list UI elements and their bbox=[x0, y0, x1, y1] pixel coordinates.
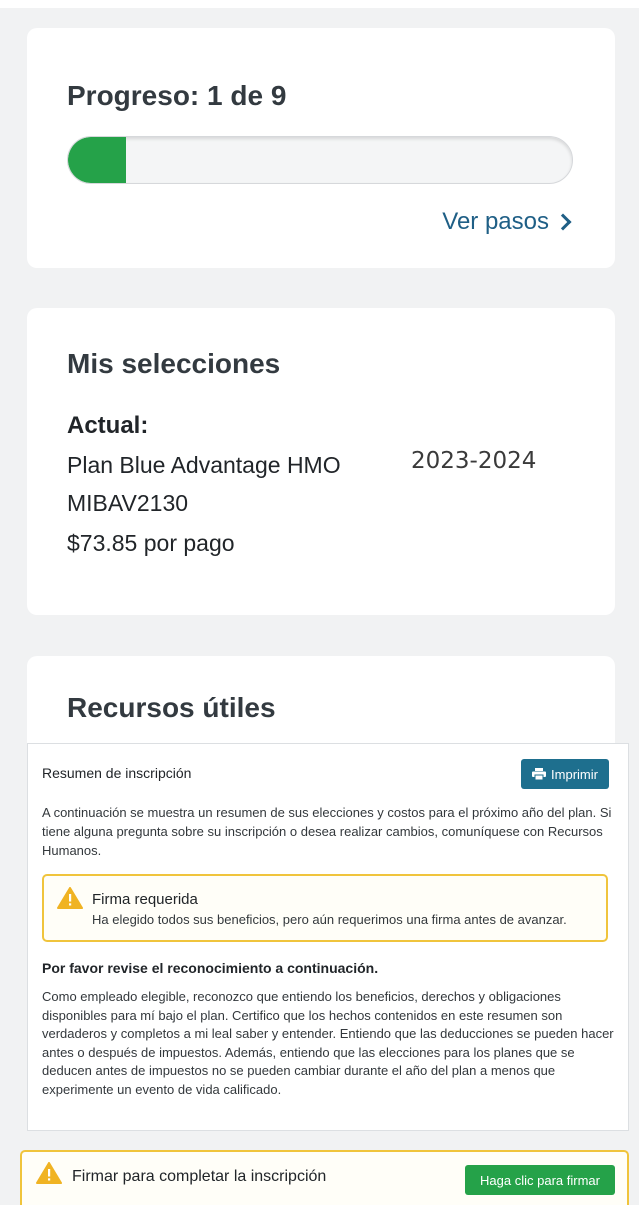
view-steps-link[interactable]: Ver pasos bbox=[442, 208, 572, 236]
sign-prompt: Firmar para completar la inscripción bbox=[72, 1168, 327, 1185]
top-strip bbox=[0, 0, 639, 8]
signature-required-alert: Firma requerida Ha elegido todos sus ben… bbox=[42, 874, 608, 942]
acknowledgment-text: Como empleado elegible, reconozco que en… bbox=[42, 989, 614, 1097]
progress-title: Progreso: 1 de 9 bbox=[67, 80, 287, 111]
warning-icon bbox=[36, 1162, 62, 1184]
alert-title: Firma requerida bbox=[92, 891, 198, 908]
sign-bar: Firmar para completar la inscripción Hag… bbox=[20, 1150, 629, 1205]
progress-card: Progreso: 1 de 9 Ver pasos bbox=[27, 28, 615, 268]
selections-title: Mis selecciones bbox=[67, 348, 281, 379]
plan-cost: $73.85 por pago bbox=[67, 530, 235, 556]
current-label: Actual: bbox=[67, 412, 149, 439]
plan-code: MIBAV2130 bbox=[67, 490, 189, 516]
print-button[interactable]: Imprimir bbox=[521, 759, 609, 789]
sign-button[interactable]: Haga clic para firmar bbox=[465, 1165, 615, 1195]
summary-title: Resumen de inscripción bbox=[42, 765, 192, 781]
progress-bar bbox=[67, 136, 573, 184]
selections-card: Mis selecciones Actual: Plan Blue Advant… bbox=[27, 308, 615, 615]
progress-bar-fill bbox=[68, 137, 126, 183]
alert-text: Ha elegido todos sus beneficios, pero aú… bbox=[92, 912, 567, 927]
plan-name: Plan Blue Advantage HMO bbox=[67, 452, 341, 478]
view-steps-label: Ver pasos bbox=[442, 208, 549, 235]
chevron-right-icon bbox=[554, 213, 572, 231]
enrollment-summary-panel: Resumen de inscripción Imprimir A contin… bbox=[27, 743, 629, 1131]
resources-title: Recursos útiles bbox=[67, 692, 276, 723]
print-label: Imprimir bbox=[551, 766, 598, 782]
plan-year: 2023-2024 bbox=[411, 448, 537, 474]
printer-icon bbox=[532, 768, 547, 780]
acknowledgment-title: Por favor revise el reconocimiento a con… bbox=[42, 960, 379, 976]
summary-intro: A continuación se muestra un resumen de … bbox=[42, 805, 612, 858]
warning-icon bbox=[57, 887, 83, 909]
